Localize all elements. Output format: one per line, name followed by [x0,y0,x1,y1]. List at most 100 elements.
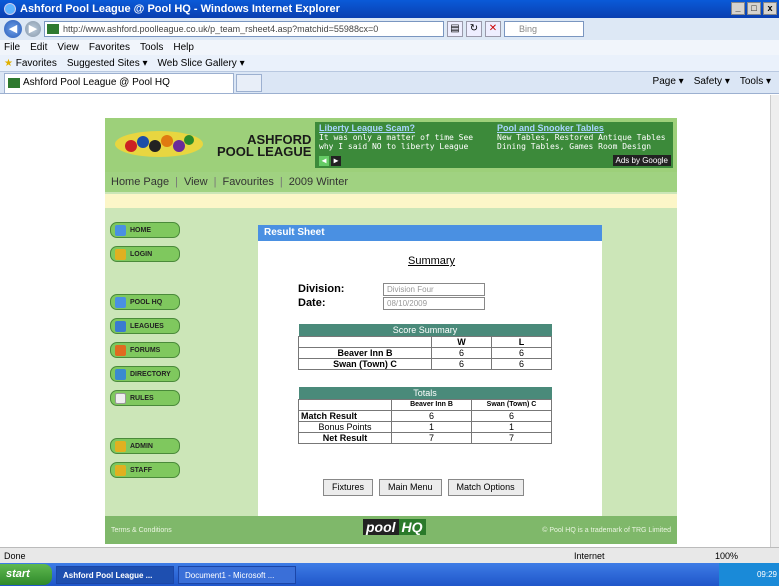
nav-home[interactable]: Home Page [111,176,169,188]
team2-header: Swan (Town) C [471,398,552,411]
ie-icon [4,3,16,15]
poolhq-logo[interactable]: pool HQ [363,519,426,535]
web-slice-gallery-link[interactable]: Web Slice Gallery ▾ [158,58,245,69]
fixtures-button[interactable]: Fixtures [323,479,374,496]
zoom-control[interactable]: 100% [715,551,738,561]
leftnav-staff[interactable]: STAFF [110,462,180,478]
leftnav-leagues[interactable]: LEAGUES [110,318,180,334]
page-viewport: ASHFORD POOL LEAGUE Liberty League Scam?… [0,95,770,547]
suggested-sites-link[interactable]: Suggested Sites ▾ [67,58,148,69]
stop-icon[interactable]: ✕ [485,21,501,37]
favorites-button[interactable]: ★ Favorites [4,58,57,69]
match-options-button[interactable]: Match Options [447,479,524,496]
menu-favorites[interactable]: Favorites [89,42,130,53]
page-menu[interactable]: Page ▾ [653,76,684,87]
refresh-icon[interactable]: ↻ [466,21,482,37]
directory-icon [115,368,126,380]
taskbar: start Ashford Pool League ... Document1 … [0,563,779,586]
terms-link[interactable]: Terms & Conditions [111,527,172,534]
close-button[interactable]: x [763,2,777,15]
copyright-text: © Pool HQ is a trademark of TRG Limited [542,526,671,534]
table-row: Net Result 7 7 [298,431,552,444]
l-header: L [491,335,552,348]
site-favicon-icon [47,24,59,34]
site-brand: ASHFORD POOL LEAGUE [217,132,312,159]
leftnav-directory[interactable]: DIRECTORY [110,366,180,382]
table-row: Match Result 6 6 [298,409,552,422]
compat-view-icon[interactable]: ▤ [447,21,463,37]
taskbar-ie[interactable]: Ashford Pool League ... [56,565,174,584]
search-input[interactable]: Bing [504,21,584,37]
menu-tools[interactable]: Tools [140,42,163,53]
ad-link-tables[interactable]: Pool and Snooker Tables [497,123,667,133]
menu-edit[interactable]: Edit [30,42,47,53]
user-icon [115,464,126,476]
back-button[interactable]: ◀ [4,20,22,38]
ad-prev-icon[interactable]: ◀ [319,156,329,166]
star-icon: ★ [4,57,13,69]
address-bar[interactable]: http://www.ashford.poolleague.co.uk/p_te… [44,21,444,37]
ad-text: New Tables, Restored Antique Tables Dini… [497,133,666,151]
nav-view[interactable]: View [184,176,208,188]
status-bar: Done Internet 100% [0,547,779,563]
w-header: W [431,335,492,348]
browser-tab[interactable]: Ashford Pool League @ Pool HQ [4,72,234,93]
safety-menu[interactable]: Safety ▾ [694,76,730,87]
nav-favourites[interactable]: Favourites [222,176,273,188]
taskbar-word[interactable]: Document1 - Microsoft ... [178,565,296,584]
leftnav-login[interactable]: LOGIN [110,246,180,262]
table-row: Beaver Inn B 6 6 [298,346,552,359]
score-summary-table: Score Summary W L Beaver Inn B 6 6 Swan … [298,324,552,370]
url-text: http://www.ashford.poolleague.co.uk/p_te… [63,24,379,34]
menu-help[interactable]: Help [173,42,194,53]
main-menu-button[interactable]: Main Menu [379,479,442,496]
minimize-button[interactable]: _ [731,2,745,15]
favorites-bar: ★ Favorites Suggested Sites ▾ Web Slice … [0,55,779,72]
start-button[interactable]: start [0,564,52,585]
zone-indicator: Internet [574,550,605,561]
system-tray: 09:29 [719,563,779,586]
result-sheet: Result Sheet Summary Division: Division … [258,225,602,525]
result-sheet-header: Result Sheet [258,225,602,241]
ad-next-icon[interactable]: ▶ [331,156,341,166]
notice-bar [105,194,677,208]
maximize-button[interactable]: □ [747,2,761,15]
menu-file[interactable]: File [4,42,20,53]
leftnav-rules[interactable]: RULES [110,390,180,406]
status-text: Done [4,550,26,561]
summary-link[interactable]: Summary [408,255,455,267]
totals-caption: Totals [298,387,552,399]
nav-season[interactable]: 2009 Winter [289,176,348,188]
vertical-scrollbar[interactable] [770,95,779,547]
google-ad-block: Liberty League Scam? It was only a matte… [315,122,673,168]
new-tab-button[interactable] [236,73,262,92]
forum-icon [115,344,126,356]
tab-favicon-icon [8,77,20,88]
table-row: Bonus Points 1 1 [298,420,552,433]
date-field[interactable]: 08/10/2009 [383,297,485,310]
leftnav-forums[interactable]: FORUMS [110,342,180,358]
address-toolbar: ◀ ▶ http://www.ashford.poolleague.co.uk/… [0,18,779,40]
score-summary-caption: Score Summary [298,324,552,336]
site-nav: Home Page | View | Favourites | 2009 Winter [105,172,677,192]
team1-header: Beaver Inn B [391,398,472,411]
menu-view[interactable]: View [57,42,79,53]
window-title: Ashford Pool League @ Pool HQ - Windows … [20,3,340,15]
home-icon [115,224,126,236]
ad-text: It was only a matter of time See why I s… [319,133,474,151]
ad-link-liberty[interactable]: Liberty League Scam? [319,123,489,133]
site-footer: Terms & Conditions pool HQ © Pool HQ is a… [105,516,677,544]
user-icon [115,440,126,452]
leftnav-admin[interactable]: ADMIN [110,438,180,454]
leftnav-poolhq[interactable]: POOL HQ [110,294,180,310]
date-label: Date: [298,297,326,309]
ads-by-google[interactable]: Ads by Google [612,155,671,166]
window-titlebar: Ashford Pool League @ Pool HQ - Windows … [0,0,779,18]
tools-menu[interactable]: Tools ▾ [740,76,771,87]
leftnav-home[interactable]: HOME [110,222,180,238]
table-row: Swan (Town) C 6 6 [298,357,552,370]
division-field[interactable]: Division Four [383,283,485,296]
forward-button[interactable]: ▶ [25,21,41,37]
site-header: ASHFORD POOL LEAGUE Liberty League Scam?… [105,118,677,172]
totals-table: Totals Beaver Inn B Swan (Town) C Match … [298,387,552,444]
